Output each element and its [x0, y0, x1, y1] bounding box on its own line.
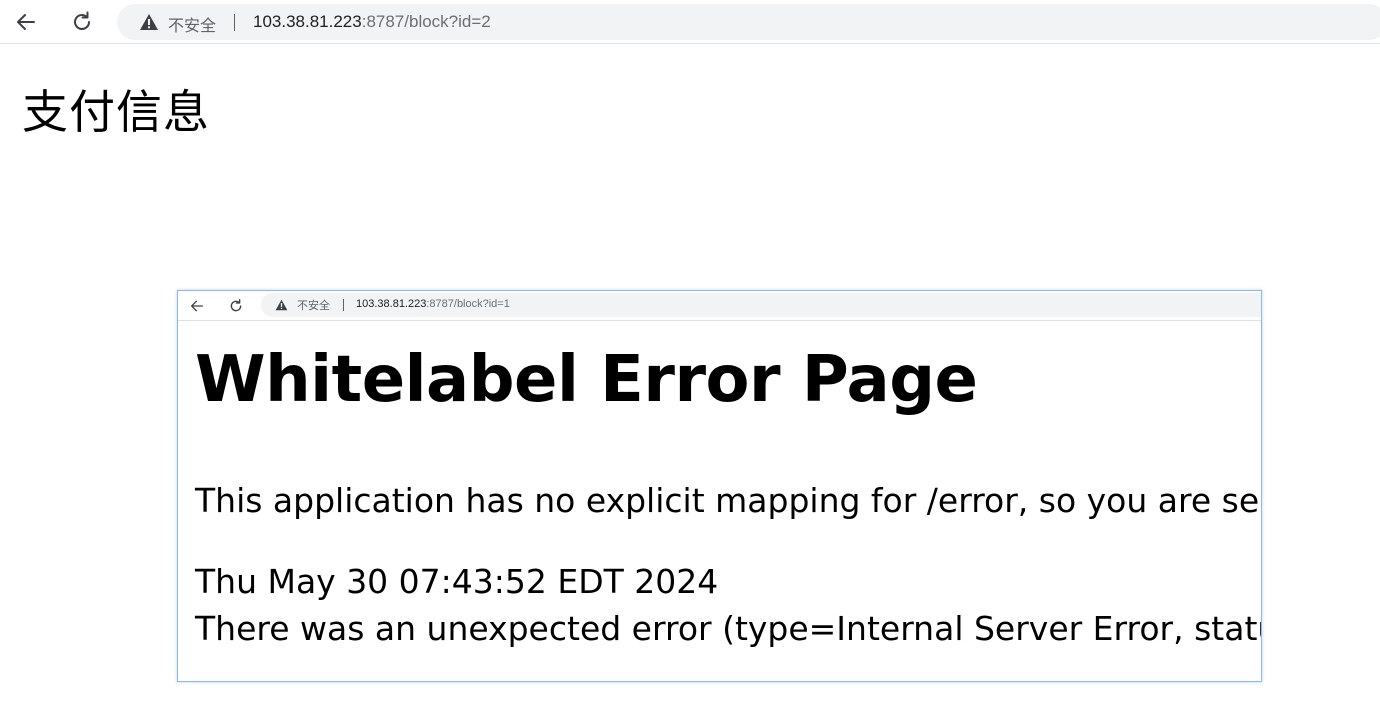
back-arrow-icon: [17, 14, 35, 30]
url-text[interactable]: 103.38.81.223:8787/block?id=2: [253, 12, 491, 32]
address-divider: [234, 14, 235, 31]
error-detail: There was an unexpected error (type=Inte…: [195, 609, 1261, 648]
screenshot-back-button: [187, 296, 207, 316]
url-host: 103.38.81.223: [253, 12, 362, 31]
page-title: 支付信息: [22, 85, 210, 139]
reload-icon: [230, 299, 242, 312]
back-arrow-icon: [191, 300, 203, 312]
error-timestamp: Thu May 30 07:43:52 EDT 2024: [195, 562, 719, 601]
address-bar[interactable]: 不安全 103.38.81.223:8787/block?id=2: [117, 4, 1380, 40]
warning-triangle-icon[interactable]: [139, 13, 159, 31]
screenshot-browser-toolbar: 不安全 103.38.81.223:8787/block?id=1: [178, 291, 1261, 321]
browser-toolbar: 不安全 103.38.81.223:8787/block?id=2: [0, 0, 1380, 44]
reload-icon: [74, 11, 90, 30]
screenshot-address-bar: 不安全 103.38.81.223:8787/block?id=1: [261, 293, 1261, 317]
embedded-screenshot: 不安全 103.38.81.223:8787/block?id=1 Whitel…: [177, 290, 1262, 682]
screenshot-security-label: 不安全: [297, 299, 330, 312]
error-page-title: Whitelabel Error Page: [195, 343, 978, 417]
error-message: This application has no explicit mapping…: [195, 481, 1261, 520]
screenshot-url-host: 103.38.81.223: [356, 298, 427, 310]
reload-button[interactable]: [66, 6, 98, 38]
screenshot-url-path: :8787/block?id=1: [426, 298, 510, 310]
screenshot-reload-button: [226, 296, 246, 316]
screenshot-url-text: 103.38.81.223:8787/block?id=1: [356, 298, 510, 310]
url-path: :8787/block?id=2: [361, 12, 491, 31]
screenshot-address-divider: [343, 299, 344, 311]
back-button[interactable]: [10, 6, 42, 38]
warning-triangle-icon: [275, 299, 288, 311]
security-status-label[interactable]: 不安全: [168, 12, 216, 36]
